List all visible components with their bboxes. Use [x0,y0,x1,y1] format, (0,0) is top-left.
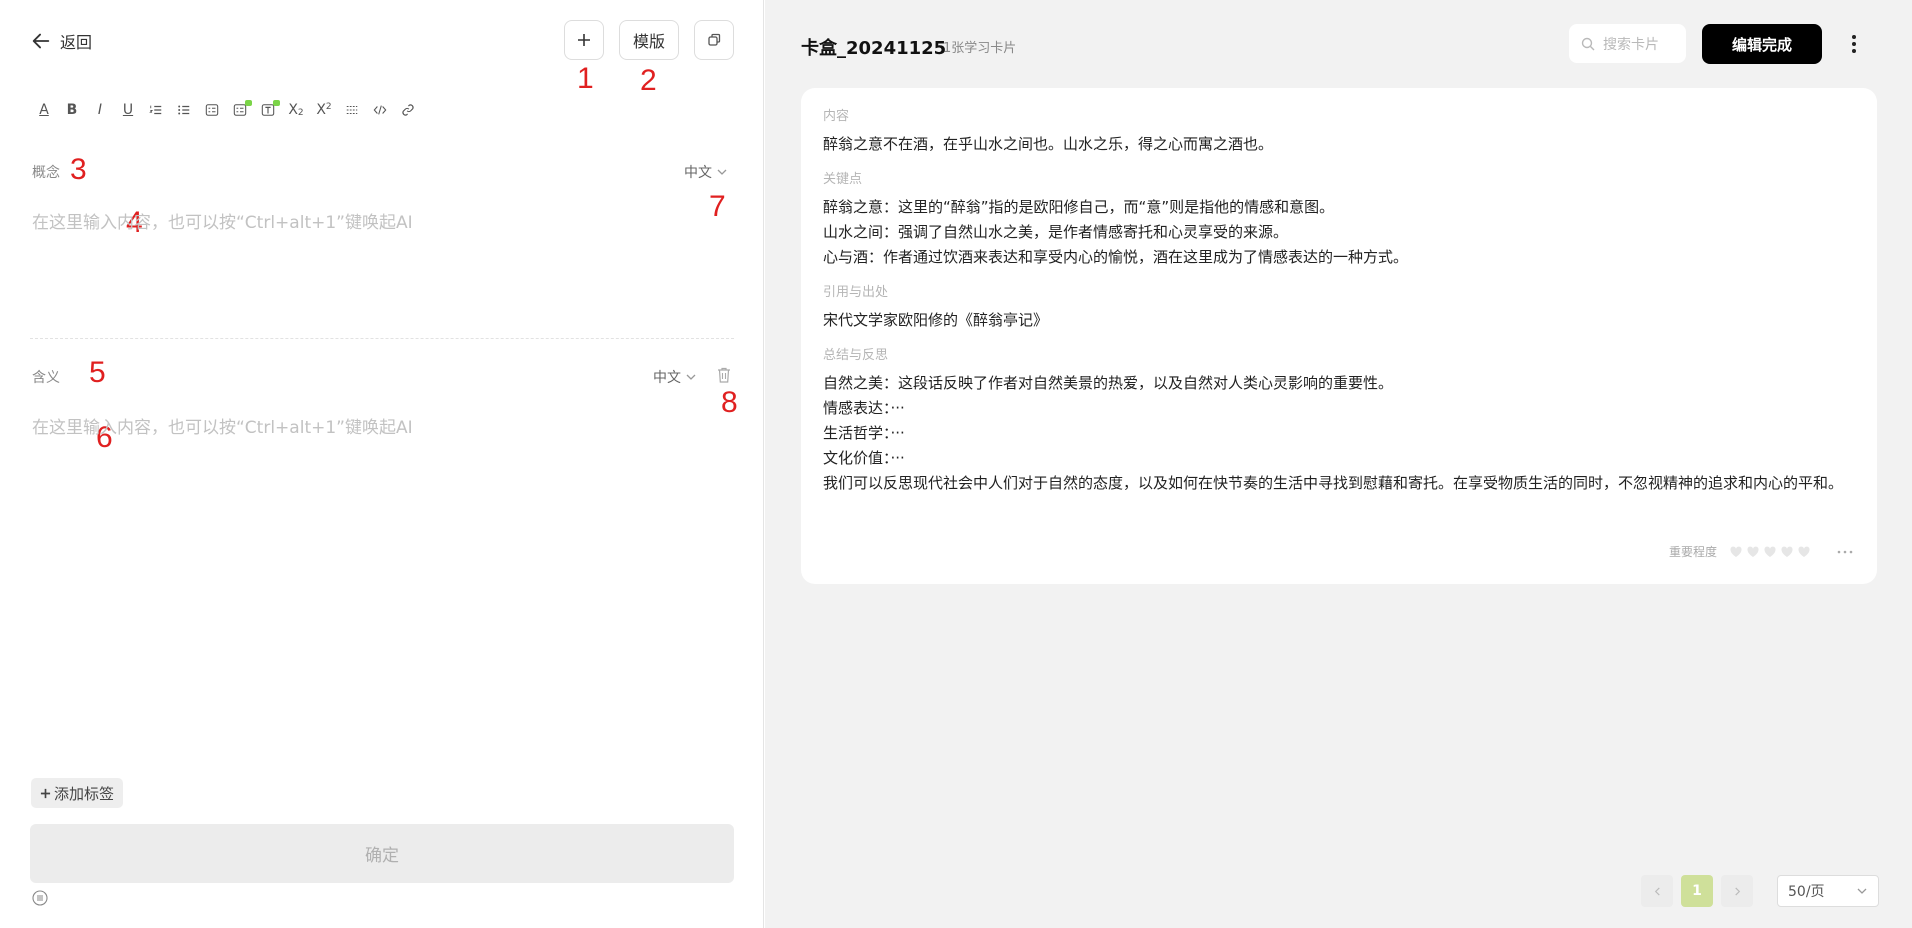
copy-button[interactable] [694,20,734,60]
concept-label: 概念 [32,165,60,181]
card-footer: 重要程度 [1669,543,1853,560]
heart-icon[interactable] [1729,545,1743,559]
heart-icon[interactable] [1780,545,1794,559]
heart-icon[interactable] [1797,545,1811,559]
copy-icon [708,33,721,46]
section-line: 情感表达：··· [823,399,905,417]
more-horizontal-icon[interactable] [1837,549,1853,555]
importance-label: 重要程度 [1668,545,1717,559]
page-size-select[interactable]: 50/页 [1777,875,1879,907]
arrow-left-icon [32,33,50,49]
chevron-down-icon [1857,888,1867,894]
back-button[interactable]: 返回 [30,29,92,53]
meaning-language-select[interactable]: 中文 [653,367,697,387]
page-button-current[interactable]: 1 [1681,875,1713,907]
next-page-button[interactable] [1721,875,1753,907]
deck-title: 卡盒_20241125 [801,38,947,59]
prev-page-button[interactable] [1641,875,1673,907]
pagination: 1 50/页 [1641,875,1879,907]
card-section-key-points: 关键点 醉翁之意：这里的“醉翁”指的是欧阳修自己，而“意”则是指他的情感和意图。… [823,171,1855,270]
bold-icon[interactable]: B [58,100,86,120]
meaning-input[interactable]: 在这里输入内容，也可以按“Ctrl+alt+1”键唤起AI [32,413,413,438]
section-line: 山水之间：强调了自然山水之美，是作者情感寄托和心灵享受的来源。 [823,223,1289,241]
page-number: 1 [1692,883,1702,899]
search-input[interactable]: 搜索卡片 [1569,24,1686,63]
add-tag-label: 添加标签 [54,784,115,803]
section-line: 心与酒：作者通过饮酒来表达和享受内心的愉悦，酒在这里成为了情感表达的一种方式。 [823,248,1409,266]
chevron-left-icon [1654,886,1660,896]
subscript-icon[interactable]: X2 [282,100,310,120]
italic-icon[interactable]: I [86,100,114,120]
back-label: 返回 [60,33,93,52]
task-list-icon[interactable] [198,100,226,120]
study-card[interactable]: 内容 醉翁之意不在酒，在乎山水之间也。山水之乐，得之心而寓之酒也。 关键点 醉翁… [801,88,1877,584]
add-tag-button[interactable]: 添加标签 [31,778,124,808]
concept-language-select[interactable]: 中文 [684,162,728,182]
horizontal-rule-icon[interactable] [338,100,366,120]
delete-field-icon[interactable] [716,366,732,384]
annotation-5: 5 [89,356,106,389]
card-section-source: 引用与出处 宋代文学家欧阳修的《醉翁亭记》 [823,284,1855,333]
page-size-value: 50/页 [1788,884,1825,900]
card-count: 1张学习卡片 [943,41,1017,56]
section-line: 自然之美：这段话反映了作者对自然美景的热爱，以及自然对人类心灵影响的重要性。 [823,374,1394,392]
annotation-7: 7 [709,190,726,223]
plus-icon [578,34,590,46]
concept-input[interactable]: 在这里输入内容，也可以按“Ctrl+alt+1”键唤起AI [32,208,413,233]
code-icon[interactable] [366,100,394,120]
superscript-icon[interactable]: X2 [310,100,338,120]
template-button[interactable]: 模版 [619,20,679,60]
search-icon [1581,37,1595,50]
annotation-2: 2 [640,64,657,97]
font-color-icon[interactable]: A [30,100,58,120]
chevron-down-icon [717,169,727,175]
importance-rating[interactable] [1729,545,1811,559]
template-label: 模版 [632,32,665,51]
section-heading: 总结与反思 [823,348,889,363]
section-heading: 引用与出处 [823,285,889,300]
section-line: 醉翁之意：这里的“醉翁”指的是欧阳修自己，而“意”则是指他的情感和意图。 [823,198,1335,216]
finish-editing-label: 编辑完成 [1731,35,1792,54]
finish-editing-button[interactable]: 编辑完成 [1702,24,1822,64]
section-line: 文化价值：··· [823,449,905,467]
annotation-8: 8 [721,386,738,419]
plus-icon [40,788,51,798]
ai-text-icon[interactable] [254,100,282,120]
section-line: 醉翁之意不在酒，在乎山水之间也。山水之乐，得之心而寓之酒也。 [823,135,1274,153]
more-vertical-icon[interactable] [1851,33,1857,55]
ai-task-icon[interactable] [226,100,254,120]
link-icon[interactable] [394,100,422,120]
annotation-3: 3 [70,153,87,186]
meaning-label: 含义 [32,370,60,386]
section-line: 宋代文学家欧阳修的《醉翁亭记》 [823,311,1049,329]
format-toolbar: A B I U X2 X2 [30,100,422,120]
meaning-language-value: 中文 [653,370,681,386]
bullet-list-icon[interactable] [170,100,198,120]
section-line: 我们可以反思现代社会中人们对于自然的态度，以及如何在快节奏的生活中寻找到慰藉和寄… [823,474,1844,492]
add-card-button[interactable] [564,20,604,60]
section-heading: 内容 [823,109,850,124]
heart-icon[interactable] [1746,545,1760,559]
confirm-button[interactable]: 确定 [30,824,734,883]
section-line: 生活哲学：··· [823,424,905,442]
app: 返回 模版 1 2 3 4 5 6 7 8 A B I U X 2 X 2 概念… [0,0,1912,928]
field-divider [30,338,734,339]
chevron-down-icon [686,374,696,380]
card-section-summary: 总结与反思 自然之美：这段话反映了作者对自然美景的热爱，以及自然对人类心灵影响的… [823,347,1855,496]
annotation-1: 1 [577,62,594,95]
section-heading: 关键点 [823,172,863,187]
concept-language-value: 中文 [684,165,712,181]
heart-icon[interactable] [1763,545,1777,559]
card-preview-panel: 卡盒_20241125 1张学习卡片 搜索卡片 编辑完成 内容 醉翁之意不在酒，… [765,0,1912,928]
chevron-right-icon [1734,886,1740,896]
confirm-label: 确定 [365,846,399,866]
underline-icon[interactable]: U [114,100,142,120]
editor-panel: 返回 模版 1 2 3 4 5 6 7 8 A B I U X 2 X 2 概念… [0,0,764,928]
list-circle-icon[interactable] [32,890,48,906]
search-placeholder: 搜索卡片 [1603,36,1659,53]
ordered-list-icon[interactable] [142,100,170,120]
card-section-content: 内容 醉翁之意不在酒，在乎山水之间也。山水之乐，得之心而寓之酒也。 [823,108,1855,157]
